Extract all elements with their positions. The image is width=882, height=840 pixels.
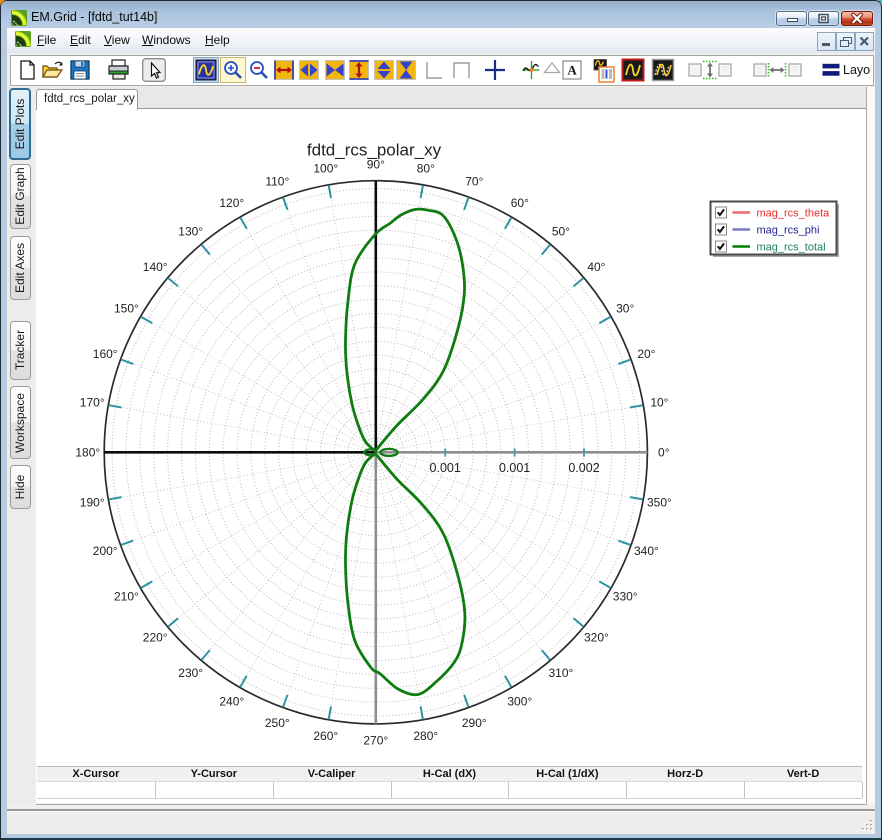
svg-text:40°: 40° [587, 260, 605, 274]
svg-text:180°: 180° [75, 445, 100, 459]
svg-text:10°: 10° [650, 395, 668, 409]
svg-text:150°: 150° [114, 301, 139, 315]
svg-text:230°: 230° [178, 666, 203, 680]
svg-text:100°: 100° [313, 162, 338, 176]
svg-text:270°: 270° [363, 733, 388, 747]
svg-text:30°: 30° [616, 301, 634, 315]
svg-text:350°: 350° [647, 495, 672, 509]
svg-text:200°: 200° [93, 544, 118, 558]
svg-text:0.002: 0.002 [568, 461, 599, 475]
svg-text:0°: 0° [658, 445, 670, 459]
svg-text:260°: 260° [313, 729, 338, 743]
svg-text:340°: 340° [634, 544, 659, 558]
svg-text:0.001: 0.001 [499, 461, 530, 475]
svg-text:170°: 170° [80, 395, 105, 409]
svg-text:330°: 330° [613, 589, 638, 603]
svg-text:60°: 60° [511, 196, 529, 210]
svg-text:250°: 250° [265, 716, 290, 730]
svg-text:140°: 140° [143, 260, 168, 274]
svg-text:310°: 310° [548, 666, 573, 680]
svg-text:240°: 240° [219, 695, 244, 709]
svg-text:290°: 290° [462, 716, 487, 730]
svg-text:80°: 80° [417, 162, 435, 176]
svg-text:70°: 70° [465, 175, 483, 189]
svg-text:190°: 190° [80, 495, 105, 509]
svg-text:300°: 300° [507, 695, 532, 709]
svg-text:220°: 220° [143, 630, 168, 644]
svg-text:280°: 280° [413, 729, 438, 743]
svg-text:0.001: 0.001 [430, 461, 461, 475]
svg-text:110°: 110° [265, 175, 289, 189]
svg-text:160°: 160° [93, 347, 118, 361]
svg-text:210°: 210° [114, 589, 139, 603]
svg-text:320°: 320° [584, 630, 609, 644]
svg-text:20°: 20° [637, 347, 655, 361]
svg-text:50°: 50° [552, 225, 570, 239]
svg-text:120°: 120° [219, 196, 244, 210]
svg-text:130°: 130° [178, 225, 203, 239]
svg-text:fdtd_rcs_polar_xy: fdtd_rcs_polar_xy [307, 141, 442, 160]
